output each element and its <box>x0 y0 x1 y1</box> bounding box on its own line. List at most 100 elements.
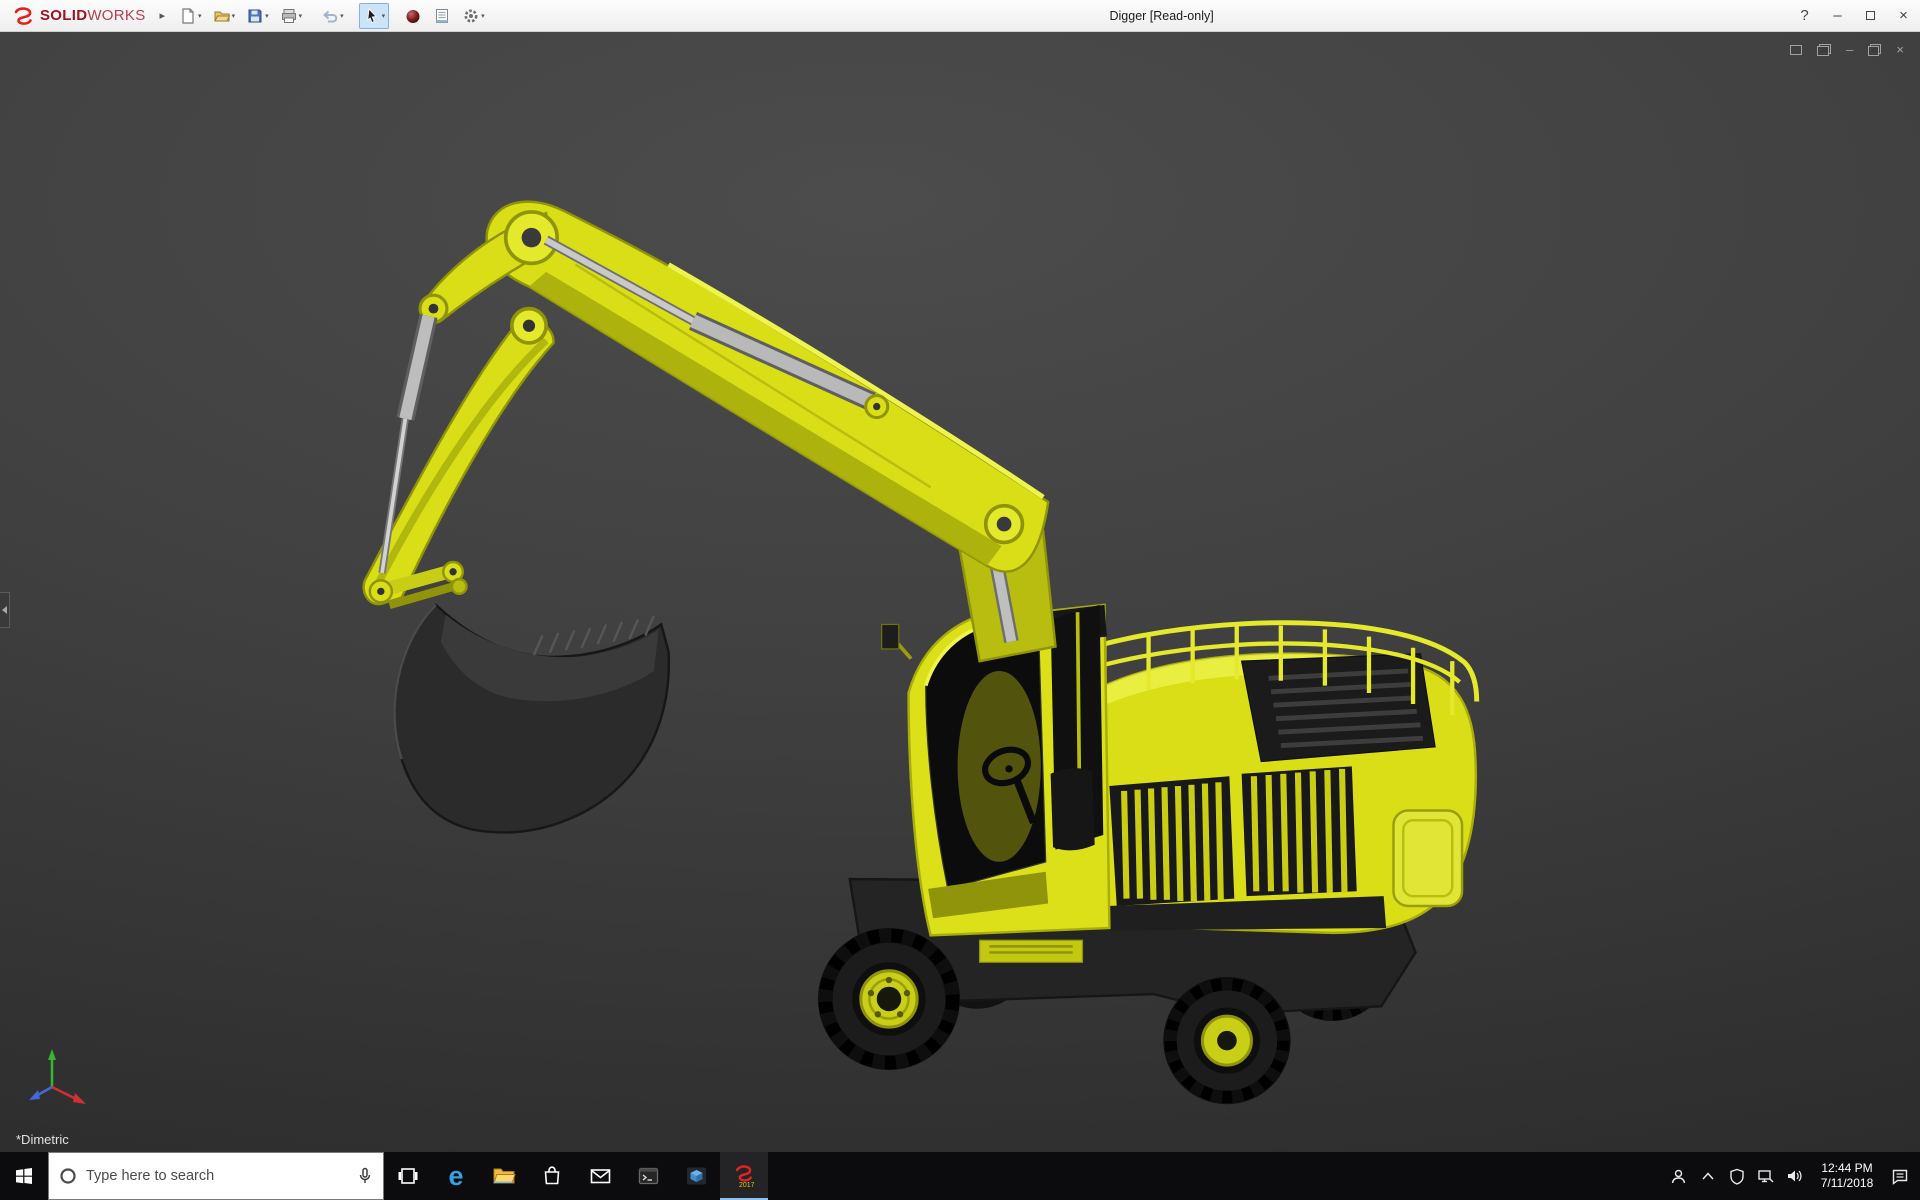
solidworks-icon: 2017 <box>731 1162 757 1188</box>
print-icon <box>280 7 298 25</box>
help-button[interactable]: ? <box>1788 0 1821 31</box>
restore-icon <box>1866 11 1875 20</box>
file-explorer-button[interactable] <box>480 1152 528 1200</box>
mirror <box>882 624 899 648</box>
system-tray: 12:44 PM 7/11/2018 <box>1664 1152 1920 1200</box>
report-button[interactable] <box>429 3 455 29</box>
maximize-button[interactable] <box>1854 0 1887 31</box>
search-input[interactable] <box>86 1168 348 1184</box>
save-icon <box>246 7 264 25</box>
dropdown-arrow-icon: ▾ <box>198 12 202 20</box>
dropdown-arrow-icon: ▾ <box>265 12 269 20</box>
stick-arm <box>364 309 554 605</box>
options-gear-icon <box>462 7 480 25</box>
select-cursor-icon <box>363 7 381 25</box>
action-center-icon <box>1891 1168 1909 1185</box>
appearance-sphere-icon <box>404 7 422 25</box>
engine-body <box>1095 623 1477 933</box>
doc-new-window-icon[interactable] <box>1790 45 1802 55</box>
select-tool-button[interactable]: ▾ <box>359 3 390 29</box>
windows-logo-icon <box>13 1165 35 1187</box>
new-document-icon <box>179 7 197 25</box>
file-explorer-icon <box>492 1165 516 1187</box>
save-button[interactable]: ▾ <box>242 3 273 29</box>
command-prompt-icon <box>637 1165 660 1187</box>
doc-minimize-button[interactable]: – <box>1846 42 1853 57</box>
minimize-button[interactable]: – <box>1821 0 1854 31</box>
bucket <box>395 605 669 833</box>
store-icon <box>541 1165 563 1187</box>
doc-cascade-icon[interactable] <box>1817 44 1831 56</box>
appearance-button[interactable] <box>400 3 426 29</box>
action-center-button[interactable] <box>1885 1152 1914 1200</box>
brand-solid: SOLID <box>40 7 87 24</box>
people-icon <box>1670 1168 1687 1185</box>
titlebar: SOLIDWORKS ▸ ▾ ▾ ▾ <box>0 0 1920 32</box>
chevron-left-icon <box>2 606 7 614</box>
edge-icon: e <box>448 1163 463 1190</box>
report-icon <box>433 7 451 25</box>
clock[interactable]: 12:44 PM 7/11/2018 <box>1809 1161 1885 1191</box>
options-button[interactable]: ▾ <box>458 3 489 29</box>
mixed-reality-viewer-icon <box>685 1165 708 1187</box>
ds-logo-icon <box>10 5 36 27</box>
window-title: Digger [Read-only] <box>1109 9 1213 23</box>
microphone-icon[interactable] <box>357 1167 373 1185</box>
defender-button[interactable] <box>1722 1152 1751 1200</box>
close-button[interactable]: × <box>1887 0 1920 31</box>
task-view-icon <box>397 1165 419 1187</box>
people-button[interactable] <box>1664 1152 1693 1200</box>
dropdown-arrow-icon: ▾ <box>340 12 344 20</box>
doc-restore-button[interactable] <box>1868 44 1881 56</box>
mail-icon <box>589 1165 612 1187</box>
viewport-3d[interactable]: – × *Dimetric <box>0 32 1920 1152</box>
brand-works: WORKS <box>87 7 145 24</box>
defender-shield-icon <box>1729 1168 1745 1185</box>
dropdown-arrow-icon: ▾ <box>299 12 303 20</box>
hidden-icons-button[interactable] <box>1693 1152 1722 1200</box>
volume-icon <box>1786 1168 1803 1184</box>
task-view-button[interactable] <box>384 1152 432 1200</box>
dropdown-arrow-icon: ▾ <box>382 12 386 20</box>
front-right-wheel <box>1163 977 1290 1104</box>
network-icon <box>1757 1168 1774 1184</box>
store-button[interactable] <box>528 1152 576 1200</box>
taskbar: e <box>0 1152 1920 1200</box>
document-window-controls: – × <box>1790 42 1904 57</box>
open-icon <box>213 7 231 25</box>
taskbar-search[interactable] <box>48 1152 384 1200</box>
quick-access-toolbar: ▾ ▾ ▾ ▾ <box>175 3 489 29</box>
front-left-wheel <box>818 928 960 1070</box>
window-controls: ? – × <box>1788 0 1920 31</box>
chevron-up-icon <box>1701 1171 1715 1181</box>
doc-close-button[interactable]: × <box>1896 42 1904 57</box>
undo-icon <box>321 7 339 25</box>
mail-button[interactable] <box>576 1152 624 1200</box>
start-button[interactable] <box>0 1152 48 1200</box>
view-orientation-label: *Dimetric <box>16 1132 69 1147</box>
seat <box>1051 768 1095 850</box>
solidworks-button[interactable]: 2017 <box>720 1152 768 1200</box>
network-button[interactable] <box>1751 1152 1780 1200</box>
open-button[interactable]: ▾ <box>209 3 240 29</box>
solidworks-logo: SOLIDWORKS <box>10 5 146 27</box>
undo-button[interactable]: ▾ <box>317 3 348 29</box>
mixed-reality-viewer-button[interactable] <box>672 1152 720 1200</box>
edge-button[interactable]: e <box>432 1152 480 1200</box>
dropdown-arrow-icon: ▾ <box>232 12 236 20</box>
volume-button[interactable] <box>1780 1152 1809 1200</box>
side-grills <box>1107 766 1386 930</box>
y-axis-arrow <box>48 1049 56 1060</box>
tray-time: 12:44 PM <box>1811 1161 1883 1176</box>
dropdown-arrow-icon: ▾ <box>481 12 485 20</box>
new-document-button[interactable]: ▾ <box>175 3 206 29</box>
print-button[interactable]: ▾ <box>276 3 307 29</box>
digger-model <box>0 32 1920 1152</box>
panel-expand-tab[interactable] <box>0 592 10 628</box>
tray-date: 7/11/2018 <box>1811 1176 1883 1191</box>
solidworks-year-badge: 2017 <box>739 1182 755 1188</box>
command-prompt-button[interactable] <box>624 1152 672 1200</box>
z-axis-arrow <box>29 1090 40 1100</box>
toolbar-flyout-arrow[interactable]: ▸ <box>160 9 166 22</box>
orientation-triad <box>22 1042 94 1124</box>
